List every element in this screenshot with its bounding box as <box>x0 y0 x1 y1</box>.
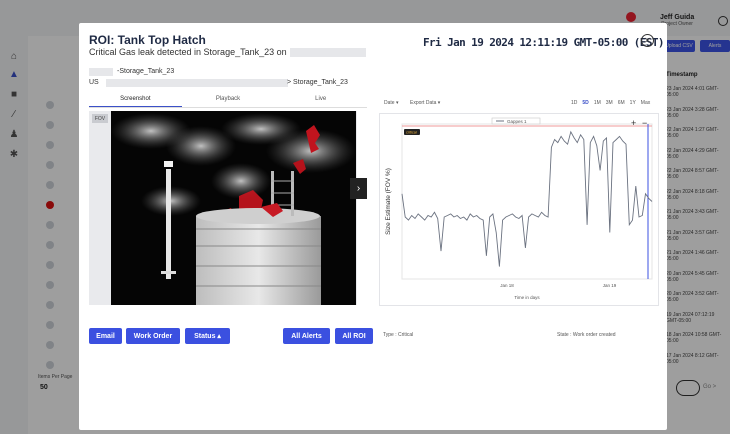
redacted-text <box>106 79 288 87</box>
range-button-max[interactable]: Max <box>641 100 650 106</box>
all-roi-button[interactable]: All ROI <box>335 328 373 344</box>
y-axis-label: Size Estimate (FOV %) <box>385 168 392 235</box>
location-line-2-prefix: US <box>89 79 99 86</box>
modal-subtitle: Critical Gas leak detected in Storage_Ta… <box>89 47 287 57</box>
date-select[interactable]: Date ▾ <box>384 100 398 106</box>
range-button-3m[interactable]: 3M <box>606 100 613 106</box>
range-button-1d[interactable]: 1D <box>571 100 577 106</box>
thermal-camera-image <box>111 111 356 305</box>
range-buttons: 1D 5D 1M 3M 6M 1Y Max <box>571 100 650 106</box>
alert-type: Type : Critical <box>383 332 414 338</box>
status-button[interactable]: Status ▴ <box>185 328 230 344</box>
tabs-divider <box>89 107 367 108</box>
range-button-5d[interactable]: 5D <box>582 100 588 106</box>
all-alerts-button[interactable]: All Alerts <box>283 328 330 344</box>
location-line-2-suffix: > Storage_Tank_23 <box>287 79 348 86</box>
range-button-6m[interactable]: 6M <box>618 100 625 106</box>
fov-label: FOV <box>92 114 108 123</box>
legend-label: Gappes 1 <box>507 119 527 124</box>
range-button-1m[interactable]: 1M <box>594 100 601 106</box>
screenshot-viewer: FOV <box>89 111 357 305</box>
chevron-right-icon: › <box>356 183 361 194</box>
redacted-text <box>89 68 113 76</box>
chart-panel: Date ▾ Export Data ▾ 1D 5D 1M 3M 6M 1Y Max Gap… <box>379 100 659 306</box>
x-tick-label: Jan 19 <box>603 283 617 288</box>
alert-state: State : Work order created <box>557 332 616 338</box>
modal-title: ROI: Tank Top Hatch <box>89 33 206 47</box>
alert-detail-modal: ROI: Tank Top Hatch Critical Gas leak de… <box>79 23 667 430</box>
export-data-select[interactable]: Export Data ▾ <box>410 100 440 106</box>
thermal-scene <box>111 111 356 305</box>
redacted-text <box>290 48 366 57</box>
chart-svg: Gappes 1 + −criticalSize Estimate (FOV %)T… <box>385 117 653 300</box>
range-button-1y[interactable]: 1Y <box>630 100 636 106</box>
email-button[interactable]: Email <box>89 328 122 344</box>
work-order-button[interactable]: Work Order <box>126 328 180 344</box>
close-button[interactable]: ✕ <box>641 34 654 47</box>
threshold-label: critical <box>406 131 417 135</box>
alert-datetime: Fri Jan 19 2024 12:11:19 GMT-05:00 (EST) <box>423 36 665 49</box>
x-axis-label: Time in days <box>514 295 540 300</box>
next-image-button[interactable]: › <box>350 178 367 199</box>
x-tick-label: Jan 18 <box>500 283 514 288</box>
plot-area <box>401 123 653 280</box>
close-icon: ✕ <box>644 36 651 45</box>
